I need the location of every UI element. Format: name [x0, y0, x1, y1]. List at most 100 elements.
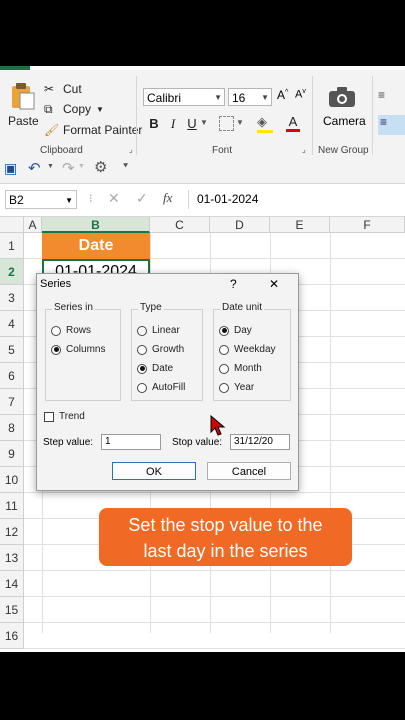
underline-button[interactable]: U: [183, 115, 201, 133]
align-top-icon[interactable]: ≡: [378, 88, 385, 102]
gridline: [330, 233, 331, 633]
gridline: [24, 596, 405, 597]
radio-circle: [219, 344, 229, 355]
radio-year[interactable]: Year: [219, 382, 254, 393]
radio-rows[interactable]: Rows: [51, 325, 91, 336]
row-header-2[interactable]: 2: [0, 259, 24, 285]
radio-label: Year: [234, 382, 255, 393]
align-left-icon[interactable]: ≡: [378, 115, 405, 135]
radio-autofill[interactable]: AutoFill: [137, 382, 185, 393]
series-in-group: Series in Rows Columns: [45, 302, 121, 401]
radio-label: Month: [234, 363, 262, 374]
format-painter-button[interactable]: 🖌 Format Painter: [44, 123, 142, 137]
scissors-icon: ✂: [44, 82, 55, 96]
dialog-launcher-icon[interactable]: ⌟: [302, 145, 306, 154]
undo-icon[interactable]: ↶: [28, 159, 41, 177]
column-header-e[interactable]: E: [270, 217, 330, 233]
radio-circle: [219, 363, 229, 374]
column-header-f[interactable]: F: [330, 217, 405, 233]
step-value-input[interactable]: 1: [101, 434, 161, 450]
mouse-cursor-icon: [210, 415, 226, 436]
save-icon[interactable]: ▣: [4, 160, 17, 177]
cut-button[interactable]: ✂ Cut: [44, 82, 82, 96]
camera-icon[interactable]: [328, 86, 356, 108]
camera-button[interactable]: Camera: [323, 114, 366, 128]
radio-month[interactable]: Month: [219, 363, 262, 374]
trend-checkbox[interactable]: Trend: [44, 411, 85, 422]
chevron-down-icon[interactable]: ▼: [236, 118, 244, 127]
fill-color-icon[interactable]: ◈: [257, 114, 273, 133]
paste-button[interactable]: Paste: [8, 114, 39, 128]
row-header-6[interactable]: 6: [0, 363, 24, 389]
row-header-14[interactable]: 14: [0, 571, 24, 597]
radio-day[interactable]: Day: [219, 325, 252, 336]
radio-weekday[interactable]: Weekday: [219, 344, 276, 355]
help-button[interactable]: ?: [230, 277, 237, 291]
confirm-entry-icon[interactable]: ✓: [136, 190, 148, 207]
close-button[interactable]: ✕: [269, 277, 279, 291]
column-header-b[interactable]: B: [42, 217, 150, 233]
chevron-down-icon[interactable]: ▼: [200, 118, 208, 127]
series-dialog: Series ? ✕ Series in Rows Columns Type L…: [36, 273, 299, 491]
font-name-select[interactable]: Calibri ▼: [143, 88, 225, 106]
cell-b1[interactable]: Date: [42, 233, 150, 259]
row-header-15[interactable]: 15: [0, 597, 24, 623]
copy-button[interactable]: ⧉ Copy ▼: [44, 102, 104, 116]
cancel-entry-icon[interactable]: ✕: [108, 190, 120, 207]
formula-bar: B2 ▼ ⁝ ✕ ✓ fx 01-01-2024: [0, 184, 405, 217]
tutorial-caption: Set the stop value to the last day in th…: [99, 508, 352, 566]
trend-label: Trend: [59, 411, 85, 422]
borders-icon[interactable]: [219, 116, 234, 131]
radio-date[interactable]: Date: [137, 363, 173, 374]
caption-line-1: Set the stop value to the: [128, 515, 323, 535]
brush-icon: 🖌: [44, 123, 60, 137]
row-header-16[interactable]: 16: [0, 623, 24, 649]
ok-button[interactable]: OK: [112, 462, 196, 480]
font-size-value: 16: [232, 91, 246, 105]
row-header-10[interactable]: 10: [0, 467, 24, 493]
customize-icon[interactable]: ⯆: [122, 161, 129, 172]
font-size-select[interactable]: 16 ▼: [228, 88, 272, 106]
chevron-down-icon[interactable]: ▼: [47, 163, 54, 170]
row-header-1[interactable]: 1: [0, 233, 24, 259]
column-header-a[interactable]: A: [24, 217, 42, 233]
redo-icon[interactable]: ↷: [62, 159, 75, 177]
shrink-font-icon[interactable]: Av: [295, 88, 306, 101]
select-all-corner[interactable]: [0, 217, 24, 233]
row-header-4[interactable]: 4: [0, 311, 24, 337]
radio-circle: [51, 325, 61, 336]
chevron-down-icon[interactable]: ▼: [78, 163, 85, 170]
row-header-13[interactable]: 13: [0, 545, 24, 571]
row-header-8[interactable]: 8: [0, 415, 24, 441]
name-box[interactable]: B2 ▼: [5, 190, 77, 209]
paste-icon[interactable]: [10, 82, 36, 110]
chevron-down-icon: ▼: [214, 93, 222, 102]
row-header-11[interactable]: 11: [0, 493, 24, 519]
type-group: Type Linear Growth Date AutoFill: [131, 302, 203, 401]
bold-button[interactable]: B: [145, 115, 163, 133]
step-value-label: Step value:: [43, 437, 94, 448]
formula-input[interactable]: 01-01-2024: [188, 190, 405, 209]
row-header-7[interactable]: 7: [0, 389, 24, 415]
copy-label: Copy: [63, 102, 92, 116]
font-color-icon[interactable]: A: [286, 114, 300, 132]
cancel-button[interactable]: Cancel: [207, 462, 291, 480]
grow-font-icon[interactable]: A^: [277, 88, 288, 102]
row-header-3[interactable]: 3: [0, 285, 24, 311]
radio-columns[interactable]: Columns: [51, 344, 105, 355]
radio-circle: [51, 344, 61, 355]
column-header-c[interactable]: C: [150, 217, 210, 233]
radio-label: AutoFill: [152, 382, 186, 393]
row-header-9[interactable]: 9: [0, 441, 24, 467]
checkbox-box: [44, 411, 54, 422]
stop-value-input[interactable]: 31/12/20: [230, 434, 290, 450]
radio-growth[interactable]: Growth: [137, 344, 184, 355]
radio-linear[interactable]: Linear: [137, 325, 180, 336]
row-header-5[interactable]: 5: [0, 337, 24, 363]
function-icon[interactable]: fx: [163, 190, 172, 206]
italic-button[interactable]: I: [164, 115, 182, 133]
column-header-d[interactable]: D: [210, 217, 270, 233]
gear-icon[interactable]: ⚙: [94, 158, 107, 176]
dialog-launcher-icon[interactable]: ⌟: [129, 145, 133, 154]
row-header-12[interactable]: 12: [0, 519, 24, 545]
